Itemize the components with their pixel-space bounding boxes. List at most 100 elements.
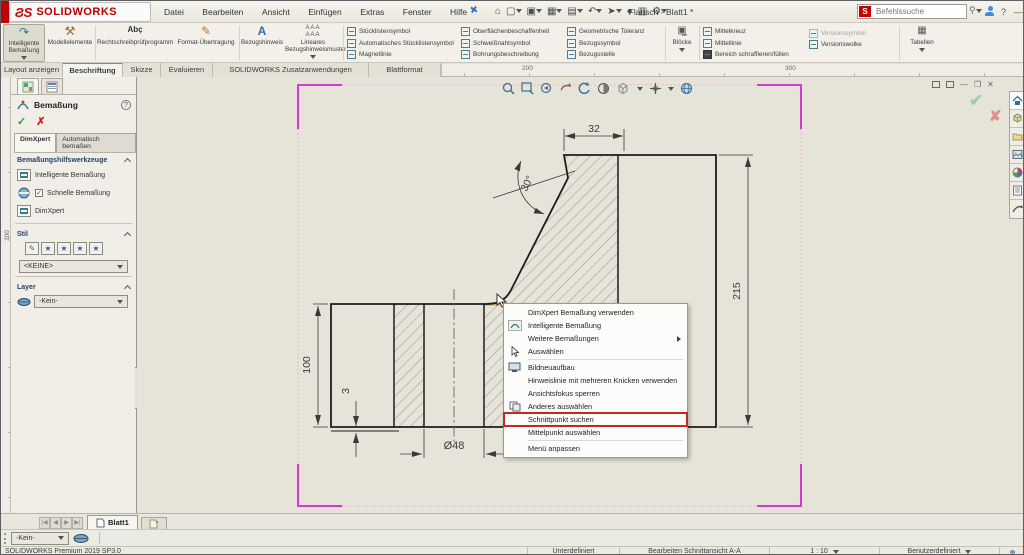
ribbon-auto-stuecklistensymbol-button[interactable]: Automatisches Stücklistensymbol xyxy=(347,38,459,49)
ribbon-lineares-bezugshinweismuster-button[interactable]: AAAAAA Lineares Bezugshinweismuster xyxy=(285,24,341,62)
graphics-area[interactable]: 32 215 100 3 Ø48 30° — xyxy=(137,77,1009,513)
doc-minimize-icon[interactable]: — xyxy=(960,80,968,89)
appearances-icon[interactable] xyxy=(1010,164,1024,182)
ok-check-icon[interactable]: ✓ xyxy=(17,115,26,128)
previous-window-icon[interactable] xyxy=(932,81,940,88)
menu-item-hinweislinie-mit-knicken[interactable]: Hinweislinie mit mehreren Knicken verwen… xyxy=(504,374,687,387)
sheet-tab-blatt1[interactable]: Blatt1 xyxy=(87,515,138,529)
layer-dropdown[interactable]: -Kein- xyxy=(34,295,128,308)
configuration-tab[interactable] xyxy=(41,78,63,94)
delete-style-button[interactable]: ★ xyxy=(57,242,71,255)
section-layer[interactable]: Layer xyxy=(11,280,136,293)
next-sheet-icon[interactable]: ▶ xyxy=(61,517,72,529)
tool-dimxpert[interactable]: DimXpert xyxy=(11,202,136,220)
command-search[interactable]: S xyxy=(857,4,967,19)
design-library-icon[interactable] xyxy=(1010,110,1024,128)
3d-drawing-view-icon[interactable] xyxy=(616,82,631,95)
menu-item-weitere-bemassungen[interactable]: Weitere Bemaßungen xyxy=(504,332,687,345)
zoom-previous-icon[interactable] xyxy=(540,82,553,95)
dropdown-caret-icon[interactable] xyxy=(668,87,674,91)
ribbon-bezugshinweis-button[interactable]: A Bezugshinweis xyxy=(241,24,283,62)
property-manager-tab[interactable] xyxy=(17,78,39,94)
previous-sheet-icon[interactable]: ◀ xyxy=(50,517,61,529)
first-sheet-icon[interactable]: |◀ xyxy=(39,517,50,529)
tab-zusatzanwendungen[interactable]: SOLIDWORKS Zusatzanwendungen xyxy=(213,63,369,77)
next-window-icon[interactable] xyxy=(946,81,954,88)
ribbon-mittelkreuz-button[interactable]: Mittelkreuz xyxy=(703,26,807,37)
view-palette-icon[interactable] xyxy=(1010,146,1024,164)
ribbon-rechtschreibpruefung-button[interactable]: Abc̗ Rechtschreibprüfprogramm xyxy=(97,24,173,62)
tab-skizze[interactable]: Skizze xyxy=(123,63,161,77)
view-orientation-icon[interactable] xyxy=(649,82,662,95)
status-tag-icon[interactable] xyxy=(999,547,1024,555)
menu-item-intelligente-bemassung[interactable]: Intelligente Bemaßung xyxy=(504,319,687,332)
home-tab-icon[interactable] xyxy=(1010,92,1024,110)
menu-item-dimxpert-bemassung-verwenden[interactable]: DimXpert Bemaßung verwenden xyxy=(504,306,687,319)
pan-icon[interactable] xyxy=(559,82,572,95)
ribbon-tabellen-button[interactable]: ▦ Tabellen xyxy=(903,24,941,62)
status-sheet-scale[interactable]: 1 : 10 xyxy=(769,547,879,555)
menu-ansicht[interactable]: Ansicht xyxy=(255,1,297,23)
tab-automatisch-bemassen[interactable]: Automatisch bemaßen xyxy=(56,133,136,152)
toolbar-grip[interactable] xyxy=(4,533,7,544)
ribbon-oberflaechenbeschaffenheit-button[interactable]: Oberflächenbeschaffenheit xyxy=(461,26,565,37)
redraw-icon[interactable] xyxy=(578,82,591,95)
menu-item-auswaehlen[interactable]: Auswählen xyxy=(504,345,687,358)
tab-evaluieren[interactable]: Evaluieren xyxy=(161,63,213,77)
menu-extras[interactable]: Extras xyxy=(353,1,391,23)
tab-beschriftung[interactable]: Beschriftung xyxy=(63,63,123,77)
zoom-fit-icon[interactable] xyxy=(502,82,515,95)
confirmation-cancel-icon[interactable]: ✘ xyxy=(989,107,1002,125)
ribbon-bereich-schraffieren-button[interactable]: Bereich schraffieren/füllen xyxy=(703,49,807,60)
new-document-icon[interactable]: ▢ xyxy=(504,3,523,21)
tab-dimxpert[interactable]: DimXpert xyxy=(14,133,56,152)
ribbon-geometrische-toleranz-button[interactable]: Geometrische Toleranz xyxy=(567,26,663,37)
dropdown-caret-icon[interactable] xyxy=(637,87,643,91)
ribbon-bezugssymbol-button[interactable]: Bezugssymbol xyxy=(567,38,663,49)
last-sheet-icon[interactable]: ▶| xyxy=(72,517,83,529)
section-bemassungshilfswerkzeuge[interactable]: Bemaßungshilfswerkzeuge xyxy=(11,153,136,166)
ribbon-magnetlinie-button[interactable]: Magnetlinie xyxy=(347,49,459,60)
load-style-button[interactable]: ★ xyxy=(89,242,103,255)
section-stil[interactable]: Stil xyxy=(11,227,136,240)
menu-item-bildneuaufbau[interactable]: Bildneuaufbau xyxy=(504,361,687,374)
menu-item-schnittpunkt-suchen[interactable]: Schnittpunkt suchen xyxy=(504,413,687,426)
ribbon-modellelemente-button[interactable]: ⚒ Modellelemente xyxy=(47,24,93,62)
ribbon-bezugsstelle-button[interactable]: Bezugsstelle xyxy=(567,49,663,60)
search-input[interactable] xyxy=(874,6,954,17)
style-dropdown[interactable]: <KEINE> xyxy=(19,260,128,273)
menu-datei[interactable]: Datei xyxy=(157,1,191,23)
ribbon-stuecklistensymbol-button[interactable]: Stücklistensymbol xyxy=(347,26,459,37)
status-units[interactable]: Benutzerdefiniert xyxy=(879,547,999,555)
login-user-icon[interactable] xyxy=(985,6,995,17)
doc-restore-icon[interactable]: ❐ xyxy=(974,80,981,89)
menu-item-ansichtsfokus-sperren[interactable]: Ansichtsfokus sperren xyxy=(504,387,687,400)
cancel-x-icon[interactable]: ✗ xyxy=(36,115,45,128)
search-magnifier-icon[interactable]: ⚲ xyxy=(969,5,982,16)
ribbon-bohrungsbeschreibung-button[interactable]: Bohrungsbeschreibung xyxy=(461,49,565,60)
add-style-button[interactable]: ★ xyxy=(41,242,55,255)
solidworks-forum-icon[interactable] xyxy=(1010,200,1024,218)
menu-item-anderes-auswaehlen[interactable]: Anderes auswählen xyxy=(504,400,687,413)
menu-einfuegen[interactable]: Einfügen xyxy=(301,1,349,23)
section-view-icon[interactable] xyxy=(597,82,610,95)
minimize-icon[interactable]: — xyxy=(1010,1,1024,23)
apply-default-style-button[interactable]: ✎ xyxy=(25,242,39,255)
ribbon-bloecke-button[interactable]: ▣̲ Blöcke xyxy=(667,24,697,62)
display-style-globe-icon[interactable] xyxy=(680,82,693,95)
custom-properties-icon[interactable] xyxy=(1010,182,1024,200)
ribbon-versionswolke-button[interactable]: Versionswolke xyxy=(809,39,897,50)
ribbon-intelligente-bemassung-button[interactable]: ↷ Intelligente Bemaßung xyxy=(3,24,45,62)
help-icon[interactable]: ? xyxy=(121,100,131,110)
menu-item-menue-anpassen[interactable]: Menü anpassen xyxy=(504,442,687,455)
tool-schnelle-bemassung[interactable]: ✓ Schnelle Bemaßung xyxy=(11,184,136,202)
ribbon-mittellinie-button[interactable]: Mittellinie xyxy=(703,38,807,49)
layer-properties-icon[interactable] xyxy=(73,533,89,544)
menu-bearbeiten[interactable]: Bearbeiten xyxy=(195,1,250,23)
file-explorer-icon[interactable] xyxy=(1010,128,1024,146)
help-icon[interactable]: ? xyxy=(997,1,1010,23)
layer-toolbar-dropdown[interactable]: -Kein- xyxy=(11,532,69,545)
home-icon[interactable]: ⌂ xyxy=(493,3,503,21)
tab-layout-anzeigen[interactable]: Layout anzeigen xyxy=(1,63,63,77)
zoom-area-icon[interactable] xyxy=(521,82,534,95)
